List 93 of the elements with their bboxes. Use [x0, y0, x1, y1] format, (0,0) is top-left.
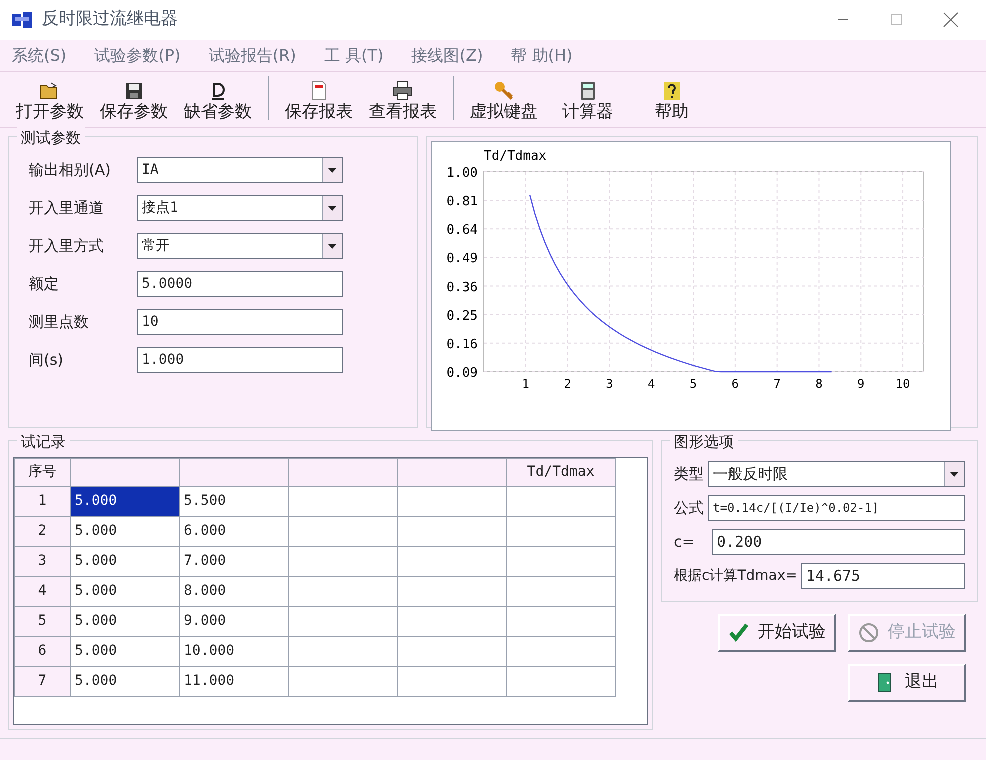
toolbar-button[interactable]: 虚拟键盘	[462, 80, 546, 123]
caret-icon	[328, 206, 337, 210]
x-tick-label: 3	[606, 377, 614, 391]
table-cell: 11.000	[180, 666, 288, 696]
action-button[interactable]: 开始试验	[718, 614, 836, 652]
prohibited-icon	[858, 622, 880, 644]
row-number: 7	[14, 666, 70, 696]
toolbar-button[interactable]: 保存参数	[92, 80, 176, 123]
input-field[interactable]: t=0.14c/[(I/Ie)^0.02-1]	[708, 495, 965, 521]
row-number: 3	[14, 546, 70, 576]
toolbar-button[interactable]: 帮助	[630, 80, 714, 123]
menu-item[interactable]: 系统(S)	[12, 44, 67, 68]
x-tick-label: 5	[690, 377, 698, 391]
table-cell[interactable]: 5.000	[70, 606, 180, 636]
dropdown-field[interactable]: 一般反时限	[708, 461, 965, 487]
field-label: 根据c计算Tdmax=	[674, 566, 798, 586]
dropdown-button[interactable]	[322, 234, 342, 258]
row-number: 5	[14, 606, 70, 636]
dropdown-field[interactable]: IA	[137, 157, 343, 183]
row-number: 4	[14, 576, 70, 606]
table-cell[interactable]: 5.000	[70, 666, 180, 696]
x-tick-label: 7	[774, 377, 781, 391]
y-tick-label: 0.64	[446, 223, 478, 238]
y-tick-label: 1.00	[446, 166, 478, 181]
field-label: c=	[674, 532, 696, 553]
table-cell: 10.000	[180, 636, 288, 666]
table-cell: 5.500	[180, 486, 288, 516]
input-field[interactable]: 5.0000	[137, 271, 343, 297]
column-header: Td/Tdmax	[506, 458, 616, 486]
menu-item[interactable]: 试验参数(P)	[94, 44, 181, 68]
table-cell[interactable]: 5.000	[70, 486, 180, 516]
toolbar-button[interactable]: 计算器	[546, 80, 630, 123]
field-label: 开入里通道	[29, 198, 105, 219]
y-tick-label: 0.09	[446, 366, 478, 381]
toolbar-button[interactable]: 缺省参数	[176, 80, 260, 123]
y-tick-label: 0.36	[446, 280, 478, 296]
y-tick-label: 0.16	[446, 337, 478, 352]
x-tick-label: 9	[858, 377, 865, 391]
menu-item[interactable]: 接线图(Z)	[412, 44, 484, 68]
table-cell[interactable]: 5.000	[70, 636, 180, 666]
field-label: 类型	[674, 464, 704, 485]
y-tick-label: 0.49	[446, 252, 478, 267]
caret-icon	[950, 472, 959, 476]
toolbar-button[interactable]: 打开参数	[8, 80, 92, 123]
table-cell: 6.000	[180, 516, 288, 546]
input-field[interactable]: 0.200	[712, 529, 965, 555]
menu-item[interactable]: 试验报告(R)	[208, 44, 296, 68]
y-tick-label: 0.81	[446, 194, 478, 210]
row-number: 2	[14, 516, 70, 546]
x-tick-label: 1	[522, 377, 530, 391]
row-number: 6	[14, 636, 70, 666]
input-field[interactable]: 1.000	[137, 347, 343, 373]
table-cell[interactable]: 5.000	[70, 546, 180, 576]
dropdown-field[interactable]: 接点1	[137, 195, 343, 221]
dropdown-field[interactable]: 常开	[137, 233, 343, 259]
caret-icon	[328, 244, 337, 248]
toolbar-button[interactable]: 保存报表	[277, 80, 361, 123]
menu-item[interactable]: 工 具(T)	[324, 44, 384, 68]
input-field[interactable]: 14.675	[801, 563, 965, 589]
x-tick-label: 2	[564, 377, 572, 391]
table-cell[interactable]: 5.000	[70, 576, 180, 606]
x-tick-label: 6	[732, 377, 740, 391]
printer-icon	[392, 80, 414, 102]
question-mark-icon	[661, 80, 683, 102]
field-label: 开入里方式	[29, 236, 105, 257]
toolbar-button[interactable]: 查看报表	[361, 80, 445, 123]
y-axis-title: Td/Tdmax	[484, 149, 547, 164]
key-icon	[493, 80, 515, 102]
field-label: 公式	[674, 498, 704, 519]
field-label: 间(s)	[29, 350, 65, 371]
checkmark-icon	[728, 622, 750, 644]
table-cell[interactable]: 5.000	[70, 516, 180, 546]
field-label: 额定	[29, 274, 60, 295]
field-label: 输出相别(A)	[29, 160, 112, 181]
table-cell: 8.000	[180, 576, 288, 606]
table-cell: 7.000	[180, 546, 288, 576]
column-header: 序号	[14, 458, 70, 486]
table-cell: 9.000	[180, 606, 288, 636]
x-tick-label: 10	[896, 377, 910, 391]
action-button[interactable]: 退出	[848, 664, 966, 702]
x-tick-label: 4	[648, 377, 656, 391]
caret-icon	[328, 168, 337, 172]
dropdown-button[interactable]	[944, 462, 964, 486]
dropdown-button[interactable]	[322, 196, 342, 220]
row-number: 1	[14, 486, 70, 516]
window-title: 反时限过流继电器	[42, 8, 178, 32]
app-icon	[12, 12, 34, 28]
x-tick-label: 8	[816, 377, 823, 391]
y-tick-label: 0.25	[446, 308, 478, 324]
field-label: 测里点数	[29, 312, 90, 333]
input-field[interactable]: 10	[137, 309, 343, 335]
menu-item[interactable]: 帮 助(H)	[511, 44, 573, 68]
dropdown-button[interactable]	[322, 158, 342, 182]
